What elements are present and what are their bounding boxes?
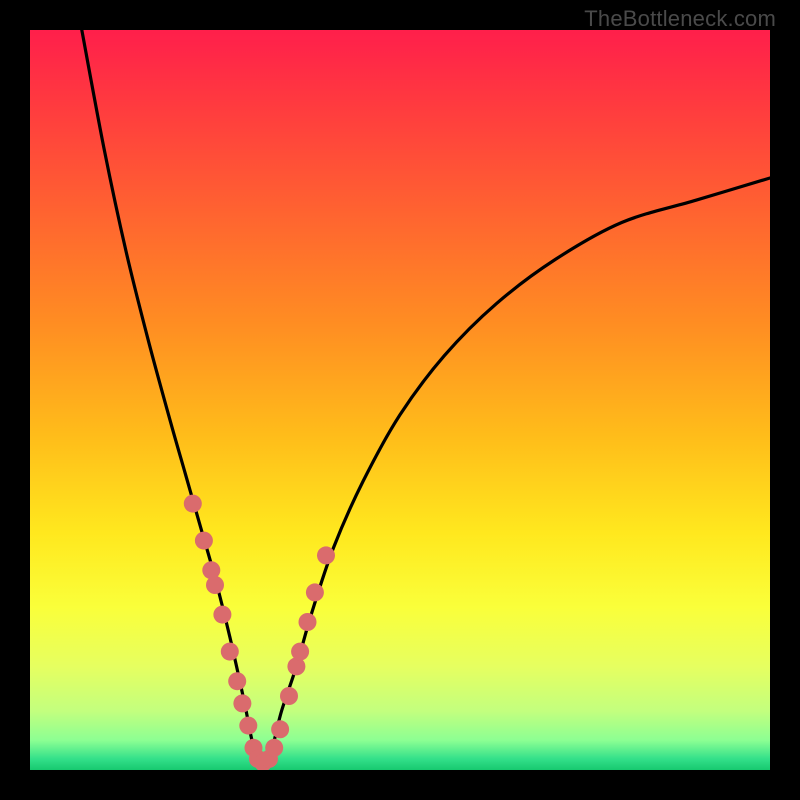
marker-point (306, 583, 324, 601)
chart-frame: TheBottleneck.com (0, 0, 800, 800)
highlighted-points (184, 495, 335, 770)
marker-point (317, 546, 335, 564)
marker-point (233, 694, 251, 712)
marker-point (206, 576, 224, 594)
marker-point (195, 532, 213, 550)
marker-point (184, 495, 202, 513)
marker-point (291, 643, 309, 661)
plot-area (30, 30, 770, 770)
curve-layer (30, 30, 770, 770)
marker-point (213, 606, 231, 624)
watermark-text: TheBottleneck.com (584, 6, 776, 32)
marker-point (299, 613, 317, 631)
marker-point (239, 717, 257, 735)
marker-point (271, 720, 289, 738)
marker-point (221, 643, 239, 661)
bottleneck-curve (82, 30, 770, 765)
marker-point (228, 672, 246, 690)
marker-point (265, 739, 283, 757)
marker-point (280, 687, 298, 705)
